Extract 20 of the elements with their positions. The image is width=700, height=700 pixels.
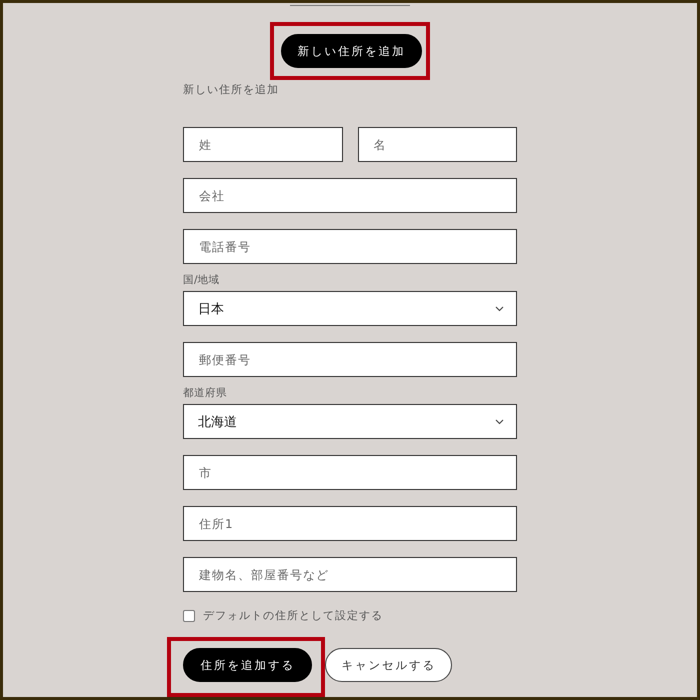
- input-field[interactable]: 電話番号: [183, 229, 517, 264]
- input-field[interactable]: 市: [183, 455, 517, 490]
- input-field[interactable]: 姓: [183, 127, 342, 162]
- add-address-button[interactable]: 新しい住所を追加: [281, 34, 422, 68]
- checkbox[interactable]: [183, 610, 195, 622]
- chevron-down-icon: [495, 418, 504, 424]
- input-field[interactable]: 建物名、部屋番号など: [183, 557, 517, 592]
- submit-button[interactable]: 住所を追加する: [183, 648, 312, 682]
- field-label: 都道府県: [183, 386, 228, 400]
- input-field[interactable]: 住所1: [183, 506, 517, 541]
- cancel-button[interactable]: キャンセルする: [325, 648, 452, 682]
- checkbox-label: デフォルトの住所として設定する: [203, 608, 383, 623]
- select-field[interactable]: 日本: [183, 291, 517, 326]
- input-field[interactable]: 郵便番号: [183, 342, 517, 377]
- field-label: 国/地域: [183, 273, 221, 287]
- input-field[interactable]: 名: [358, 127, 517, 162]
- chevron-down-icon: [495, 306, 504, 312]
- input-field[interactable]: 会社: [183, 178, 517, 213]
- form-title: 新しい住所を追加: [183, 82, 280, 97]
- select-field[interactable]: 北海道: [183, 404, 517, 439]
